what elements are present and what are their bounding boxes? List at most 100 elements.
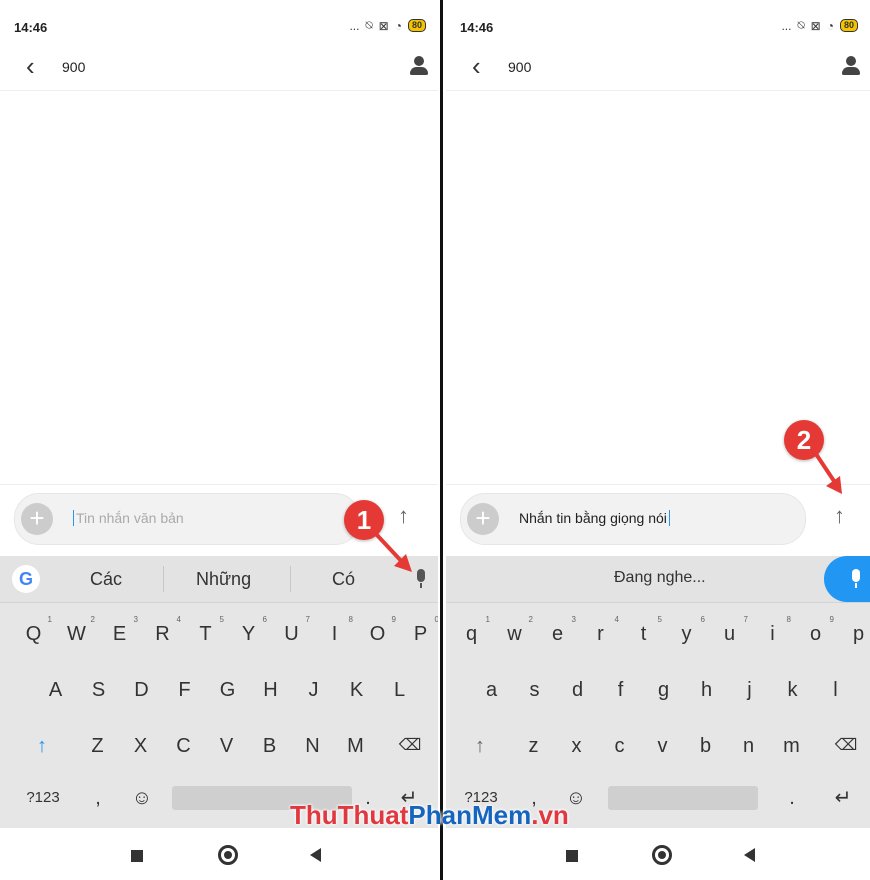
- key-row-1: q1w2e3r4t5y6u7i8o9p0: [446, 606, 870, 662]
- nav-bar: [446, 832, 870, 880]
- key-g[interactable]: G: [206, 662, 249, 718]
- key-t[interactable]: t5: [622, 606, 665, 662]
- key-i[interactable]: i8: [751, 606, 794, 662]
- key-l[interactable]: L: [378, 662, 421, 718]
- key-hint: 4: [614, 615, 619, 624]
- key-y[interactable]: Y6: [227, 606, 270, 662]
- arrow-up-icon[interactable]: ↑: [834, 503, 845, 529]
- contact-name: 900: [508, 59, 532, 75]
- key-t[interactable]: T5: [184, 606, 227, 662]
- key-l[interactable]: l: [814, 662, 857, 718]
- home-icon[interactable]: [652, 845, 672, 865]
- microphone-icon[interactable]: [849, 569, 863, 589]
- arrow-up-icon[interactable]: ↑: [398, 503, 409, 529]
- key-d[interactable]: d: [556, 662, 599, 718]
- key-n[interactable]: n: [727, 718, 770, 774]
- key-y[interactable]: y6: [665, 606, 708, 662]
- key-s[interactable]: S: [77, 662, 120, 718]
- enter-key[interactable]: ↵: [826, 770, 860, 826]
- message-input[interactable]: + Tin nhắn văn bản: [14, 493, 360, 545]
- key-i[interactable]: I8: [313, 606, 356, 662]
- backspace-key[interactable]: ⌫: [388, 718, 432, 774]
- key-k[interactable]: k: [771, 662, 814, 718]
- comma-key[interactable]: ,: [86, 770, 110, 826]
- key-d[interactable]: D: [120, 662, 163, 718]
- key-v[interactable]: v: [641, 718, 684, 774]
- period-key[interactable]: .: [780, 770, 804, 826]
- recents-icon[interactable]: [566, 850, 578, 862]
- back-icon[interactable]: [744, 848, 755, 862]
- shift-key[interactable]: ↑: [460, 718, 500, 774]
- watermark-part1: ThuThuat: [290, 800, 409, 830]
- key-p[interactable]: p0: [837, 606, 870, 662]
- voice-button[interactable]: [824, 556, 870, 602]
- key-o[interactable]: O9: [356, 606, 399, 662]
- key-r[interactable]: R4: [141, 606, 184, 662]
- suggestion-item[interactable]: Những: [196, 569, 251, 590]
- key-h[interactable]: H: [249, 662, 292, 718]
- plus-icon[interactable]: +: [467, 503, 499, 535]
- home-icon[interactable]: [218, 845, 238, 865]
- key-v[interactable]: V: [205, 718, 248, 774]
- key-r[interactable]: r4: [579, 606, 622, 662]
- suggestion-item[interactable]: Các: [90, 569, 122, 590]
- key-j[interactable]: J: [292, 662, 335, 718]
- space-key[interactable]: [608, 786, 758, 810]
- key-b[interactable]: b: [684, 718, 727, 774]
- person-icon[interactable]: [842, 56, 860, 76]
- contact-name: 900: [62, 59, 86, 75]
- backspace-key[interactable]: ⌫: [824, 718, 868, 774]
- key-row-2: asdfghjkl: [446, 662, 870, 718]
- key-m[interactable]: m: [770, 718, 813, 774]
- person-icon[interactable]: [410, 56, 428, 76]
- recents-icon[interactable]: [131, 850, 143, 862]
- emoji-icon[interactable]: ☺: [128, 770, 156, 826]
- key-b[interactable]: B: [248, 718, 291, 774]
- plus-icon[interactable]: +: [21, 503, 53, 535]
- back-icon[interactable]: [310, 848, 321, 862]
- key-a[interactable]: a: [470, 662, 513, 718]
- key-n[interactable]: N: [291, 718, 334, 774]
- key-hint: 9: [391, 615, 396, 624]
- key-u[interactable]: U7: [270, 606, 313, 662]
- suggestion-item[interactable]: Có: [332, 569, 355, 590]
- key-k[interactable]: K: [335, 662, 378, 718]
- key-f[interactable]: F: [163, 662, 206, 718]
- key-x[interactable]: X: [119, 718, 162, 774]
- wifi-icon: ◔: [394, 18, 402, 33]
- chevron-left-icon[interactable]: ‹: [472, 53, 481, 79]
- key-e[interactable]: E3: [98, 606, 141, 662]
- key-p[interactable]: P0: [399, 606, 438, 662]
- key-f[interactable]: f: [599, 662, 642, 718]
- wifi-icon: ◔: [826, 18, 834, 33]
- key-e[interactable]: e3: [536, 606, 579, 662]
- key-s[interactable]: s: [513, 662, 556, 718]
- key-z[interactable]: Z: [76, 718, 119, 774]
- shift-key[interactable]: ↑: [22, 718, 62, 774]
- key-w[interactable]: w2: [493, 606, 536, 662]
- status-bar: 14:46 ... ⍉ ⊠ ◔ 80: [446, 12, 870, 42]
- key-c[interactable]: c: [598, 718, 641, 774]
- key-q[interactable]: q1: [450, 606, 493, 662]
- chevron-left-icon[interactable]: ‹: [26, 53, 35, 79]
- google-logo-icon[interactable]: G: [12, 565, 40, 593]
- key-g[interactable]: g: [642, 662, 685, 718]
- key-q[interactable]: Q1: [12, 606, 55, 662]
- key-o[interactable]: o9: [794, 606, 837, 662]
- key-w[interactable]: W2: [55, 606, 98, 662]
- more-icon: ...: [349, 18, 360, 33]
- key-h[interactable]: h: [685, 662, 728, 718]
- key-c[interactable]: C: [162, 718, 205, 774]
- battery-icon: 80: [407, 19, 426, 32]
- key-m[interactable]: M: [334, 718, 377, 774]
- symbols-key[interactable]: ?123: [18, 770, 68, 826]
- message-input[interactable]: + Nhắn tin bằng giọng nói: [460, 493, 806, 545]
- key-hint: 5: [657, 615, 662, 624]
- key-z[interactable]: z: [512, 718, 555, 774]
- key-x[interactable]: x: [555, 718, 598, 774]
- key-a[interactable]: A: [34, 662, 77, 718]
- key-hint: 8: [348, 615, 353, 624]
- key-j[interactable]: j: [728, 662, 771, 718]
- key-u[interactable]: u7: [708, 606, 751, 662]
- key-hint: 3: [571, 615, 576, 624]
